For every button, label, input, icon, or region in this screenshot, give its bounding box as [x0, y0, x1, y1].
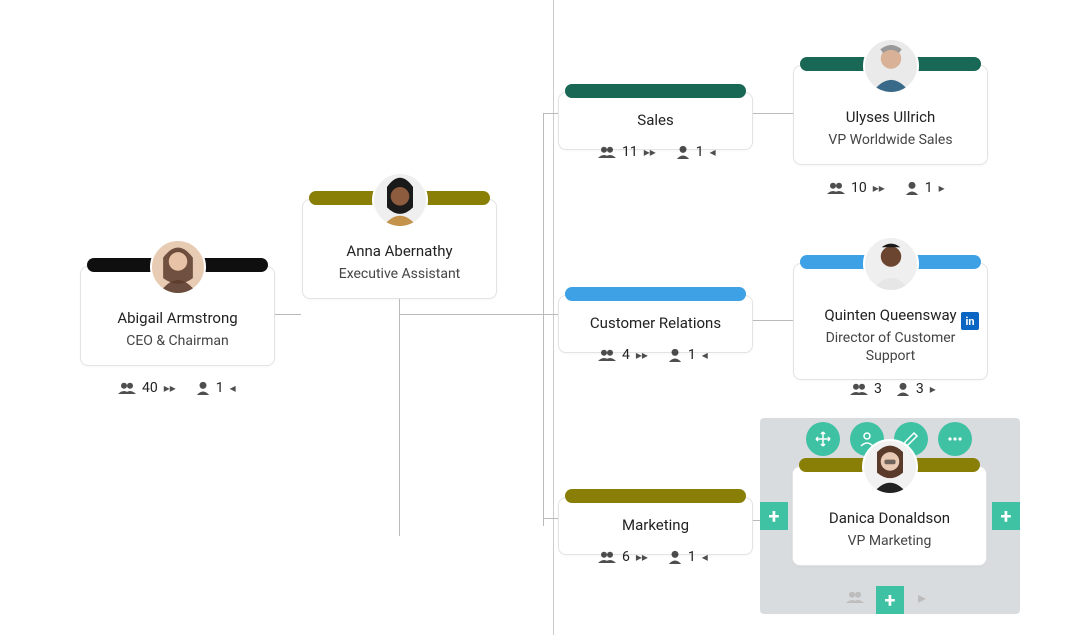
add-child-button[interactable]: + — [876, 586, 904, 614]
collapse-icon[interactable]: ◂ — [230, 381, 236, 395]
stats-row[interactable]: 6 ▸▸ 1 ◂ — [598, 549, 708, 565]
expand-right-icon[interactable]: ▸ — [939, 181, 945, 195]
total-count: 10 — [851, 180, 867, 196]
group-icon — [850, 382, 868, 396]
connector-line — [399, 314, 554, 315]
total-count: 4 — [622, 347, 630, 363]
person-name: Anna Abernathy — [313, 242, 486, 260]
person-title: Director of Customer Support — [804, 330, 977, 365]
avatar — [863, 38, 919, 94]
dept-name: Customer Relations — [569, 314, 742, 332]
collapse-icon[interactable]: ◂ — [710, 145, 716, 159]
person-title: VP Marketing — [803, 533, 976, 551]
vertical-divider — [553, 0, 554, 635]
stats-row[interactable]: 10 ▸▸ 1 ▸ — [827, 180, 945, 196]
collapse-icon[interactable]: ◂ — [702, 348, 708, 362]
expand-icon[interactable]: ▸▸ — [644, 145, 656, 159]
direct-count: 1 — [925, 180, 933, 196]
collapse-icon[interactable]: ◂ — [702, 550, 708, 564]
expand-icon[interactable]: ▸▸ — [873, 181, 885, 195]
more-button[interactable] — [938, 422, 972, 456]
dept-name: Marketing — [569, 516, 742, 534]
group-muted-icon — [846, 589, 864, 608]
group-icon — [598, 145, 616, 159]
person-icon — [668, 348, 682, 362]
person-title: VP Worldwide Sales — [804, 132, 977, 150]
person-icon — [905, 181, 919, 195]
card-color-bar — [565, 287, 746, 301]
direct-count: 1 — [688, 549, 696, 565]
person-name: Quinten Queensway — [804, 306, 977, 324]
card-color-bar — [565, 84, 746, 98]
direct-count: 1 — [696, 144, 704, 160]
person-icon — [896, 382, 910, 396]
org-chart-canvas[interactable]: Abigail Armstrong CEO & Chairman 40 ▸▸ 1… — [0, 0, 1066, 635]
person-icon — [676, 145, 690, 159]
dept-name: Sales — [569, 111, 742, 129]
person-card-ea[interactable]: Anna Abernathy Executive Assistant — [302, 199, 497, 299]
direct-count: 3 — [916, 381, 924, 397]
person-name: Ulyses Ullrich — [804, 108, 977, 126]
avatar — [150, 239, 206, 295]
person-card-vp-marketing[interactable]: Danica Donaldson VP Marketing — [792, 466, 987, 566]
person-card-vp-sales[interactable]: Ulyses Ullrich VP Worldwide Sales — [793, 65, 988, 165]
stats-row[interactable]: 3 3 ▸ — [850, 381, 936, 397]
connector-line — [399, 296, 400, 536]
direct-count: 1 — [688, 347, 696, 363]
person-name: Danica Donaldson — [803, 509, 976, 527]
card-color-bar — [565, 489, 746, 503]
expand-icon[interactable]: ▸▸ — [164, 381, 176, 395]
move-button[interactable] — [806, 422, 840, 456]
total-count: 3 — [874, 381, 882, 397]
person-icon — [196, 381, 210, 395]
connector-line — [752, 113, 794, 114]
avatar — [372, 172, 428, 228]
add-left-button[interactable]: + — [760, 502, 788, 530]
expand-icon[interactable]: ▸▸ — [636, 550, 648, 564]
group-icon — [118, 381, 136, 395]
add-right-button[interactable]: + — [992, 502, 1020, 530]
direct-count: 1 — [216, 380, 224, 396]
person-name: Abigail Armstrong — [91, 309, 264, 327]
dept-card-customer-relations[interactable]: Customer Relations — [558, 295, 753, 353]
person-title: Executive Assistant — [313, 266, 486, 284]
stats-row[interactable]: 4 ▸▸ 1 ◂ — [598, 347, 708, 363]
connector-line — [752, 320, 794, 321]
person-icon — [668, 550, 682, 564]
person-title: CEO & Chairman — [91, 333, 264, 351]
dept-card-marketing[interactable]: Marketing — [558, 497, 753, 555]
linkedin-icon[interactable]: in — [961, 312, 979, 330]
selected-node-wrapper: Danica Donaldson VP Marketing + + + ▸ — [760, 418, 1020, 614]
person-card-director-support[interactable]: in Quinten Queensway Director of Custome… — [793, 263, 988, 380]
group-icon — [598, 550, 616, 564]
total-count: 6 — [622, 549, 630, 565]
stats-row[interactable]: 11 ▸▸ 1 ◂ — [598, 144, 716, 160]
total-count: 11 — [622, 144, 638, 160]
dept-card-sales[interactable]: Sales — [558, 92, 753, 150]
expand-icon[interactable]: ▸▸ — [636, 348, 648, 362]
person-card-ceo[interactable]: Abigail Armstrong CEO & Chairman — [80, 266, 275, 366]
group-icon — [827, 181, 845, 195]
stats-row[interactable]: 40 ▸▸ 1 ◂ — [118, 380, 236, 396]
expand-right-icon[interactable]: ▸ — [930, 382, 936, 396]
group-icon — [598, 348, 616, 362]
connector-line — [271, 314, 301, 315]
total-count: 40 — [142, 380, 158, 396]
connector-line — [543, 113, 544, 526]
avatar — [863, 236, 919, 292]
avatar — [862, 439, 918, 495]
chevron-muted-icon: ▸ — [918, 588, 926, 607]
